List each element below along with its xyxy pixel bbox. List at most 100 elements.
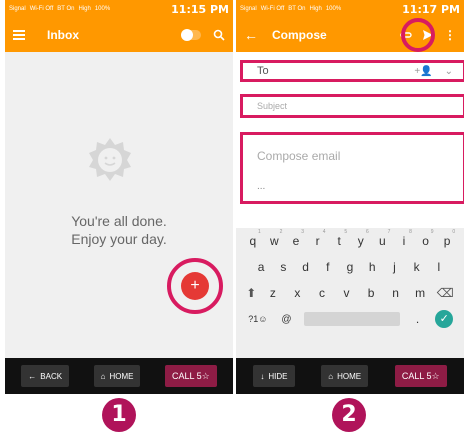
hide-button[interactable]: ↓ HIDE [253,365,295,387]
step-badge-1: 1 [102,398,136,432]
backspace-key[interactable]: ⌫ [437,286,454,300]
key-hint: 3 [301,229,304,235]
enter-key[interactable]: ✓ [435,310,454,328]
empty-message-line2: Enjoy your day. [71,231,167,247]
key-v[interactable]: v [339,286,355,300]
period-key[interactable]: . [410,312,426,326]
compose-screen: Signal Wi-Fi Off BT On High 100% 11:17 P… [236,0,464,394]
nav-bar: ↓ HIDE ⌂ HOME CALL 5☆ [236,358,464,394]
clock: 11:17 PM [402,2,460,16]
search-icon[interactable] [213,29,225,41]
keyboard-row-2: asdfghjkl [236,254,464,280]
key-hint: 6 [365,229,369,235]
signal-status: Signal [9,6,26,12]
shift-key[interactable]: ⬆ [246,286,256,300]
call-button[interactable]: CALL 5☆ [394,365,447,387]
key-t[interactable]: t5 [331,229,348,248]
key-d[interactable]: d [298,260,314,274]
key-z[interactable]: z [265,286,281,300]
key-b[interactable]: b [363,286,379,300]
key-hint: 5 [344,229,348,235]
compose-body-field[interactable]: Compose email ... [240,132,464,204]
nav-bar: ← BACK ⌂ HOME CALL 5☆ [5,358,233,394]
add-contact-icon[interactable]: +👤 [414,66,432,77]
key-hint: 2 [279,229,283,235]
to-field[interactable]: To +👤 ⌄ [240,60,464,82]
home-button[interactable]: ⌂ HOME [93,365,141,387]
key-hint: 0 [452,229,456,235]
space-key[interactable] [303,312,400,326]
down-arrow-icon: ↓ [260,371,265,381]
key-x[interactable]: x [289,286,305,300]
key-a[interactable]: a [253,260,269,274]
wifi-status: Wi-Fi Off [29,6,54,12]
key-q[interactable]: q1 [245,229,260,248]
key-hint: 8 [409,229,412,235]
signal-status: Signal [240,6,257,12]
page-title: Compose [272,28,327,42]
key-r[interactable]: r4 [310,229,326,248]
home-button[interactable]: ⌂ HOME [321,365,369,387]
key-hint: 1 [258,229,261,235]
key-j[interactable]: j [386,260,402,274]
more-options-icon[interactable]: ⋮ [444,28,456,42]
back-label: BACK [40,371,63,381]
battery-status: 100% [94,6,111,12]
bt-status: BT On [288,6,306,12]
back-arrow-icon: ← [28,371,37,381]
key-k[interactable]: k [409,260,425,274]
home-icon: ⌂ [100,371,106,381]
key-w[interactable]: w2 [266,229,282,248]
key-i[interactable]: i8 [396,229,412,248]
key-u[interactable]: u7 [374,229,390,248]
status-bar: Signal Wi-Fi Off BT On High 100% 11:15 P… [5,0,233,18]
symbols-key[interactable]: ?1☺ [247,314,269,324]
key-s[interactable]: s [275,260,291,274]
volume-status: High [78,6,91,12]
keyboard-row-4: ?1☺ @ . ✓ [236,306,464,332]
wifi-status: Wi-Fi Off [260,6,285,12]
battery-status: 100% [325,6,342,12]
keyboard-row-1: q1 w2 e3 r4 t5 y6 u7 i8 o9 p0 [236,228,464,254]
highlight-ring-send [401,18,435,52]
sun-toggle[interactable] [181,29,201,41]
key-c[interactable]: c [314,286,330,300]
key-h[interactable]: h [364,260,380,274]
key-n[interactable]: n [388,286,404,300]
back-button[interactable]: ← BACK [21,365,70,387]
subject-field[interactable]: Subject [240,94,464,118]
page-title: Inbox [47,28,79,42]
chevron-down-icon[interactable]: ⌄ [445,66,453,77]
key-o[interactable]: o9 [418,229,433,248]
status-bar: Signal Wi-Fi Off BT On High 100% 11:17 P… [236,0,464,18]
key-g[interactable]: g [342,260,358,274]
empty-message-line1: You're all done. [71,213,167,229]
highlight-ring-fab [167,258,223,314]
at-key[interactable]: @ [278,314,294,325]
body-ellipsis: ... [257,181,266,192]
key-p[interactable]: p0 [439,229,455,248]
hide-label: HIDE [268,371,288,381]
call-button[interactable]: CALL 5☆ [164,365,217,387]
keyboard: q1 w2 e3 r4 t5 y6 u7 i8 o9 p0 asdfghjkl ⬆ zxcvbnm… [236,228,464,358]
key-m[interactable]: m [412,286,428,300]
back-arrow-icon[interactable]: ← [244,27,258,43]
step-badge-2: 2 [332,398,366,432]
key-hint: 7 [387,229,391,235]
home-label: HOME [337,371,362,381]
inbox-screen: Signal Wi-Fi Off BT On High 100% 11:15 P… [5,0,233,394]
home-icon: ⌂ [328,371,334,381]
key-e[interactable]: e3 [288,229,304,248]
home-label: HOME [109,371,134,381]
keyboard-row-3: ⬆ z x c v b n m ⌫ [236,280,464,306]
key-l[interactable]: l [431,260,447,274]
menu-icon[interactable] [13,30,25,40]
key-y[interactable]: y6 [353,229,369,248]
volume-status: High [309,6,322,12]
app-bar: Inbox [5,18,233,52]
sun-face-icon [89,138,131,181]
key-f[interactable]: f [320,260,336,274]
subject-placeholder: Subject [257,101,288,111]
to-label: To [257,65,269,77]
key-hint: 4 [322,229,326,235]
